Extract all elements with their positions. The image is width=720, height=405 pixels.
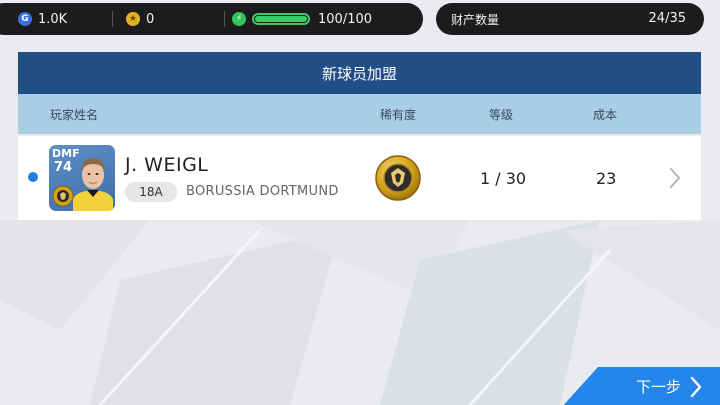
column-header-row: 玩家姓名 稀有度 等级 成本 bbox=[18, 94, 701, 134]
panel-title: 新球员加盟 bbox=[18, 52, 701, 94]
column-header-level: 等级 bbox=[489, 108, 514, 122]
divider bbox=[224, 11, 225, 27]
coin-stat[interactable]: ★ 0 bbox=[126, 3, 154, 35]
player-portrait-icon bbox=[73, 158, 113, 211]
column-header-rarity: 稀有度 bbox=[380, 108, 417, 122]
lightning-icon: ⚡ bbox=[232, 12, 246, 26]
panel-title-text: 新球员加盟 bbox=[321, 64, 397, 83]
column-header-name: 玩家姓名 bbox=[50, 108, 99, 122]
gp-icon: G bbox=[18, 12, 32, 26]
asset-count-label: 财产数量 bbox=[451, 13, 500, 27]
player-card[interactable]: DMF 74 bbox=[49, 145, 115, 211]
asset-count-bar: 财产数量 24/35 bbox=[436, 3, 704, 35]
player-cost: 23 bbox=[596, 169, 617, 188]
gp-stat[interactable]: G 1.0K bbox=[18, 3, 67, 35]
asset-count-value: 24/35 bbox=[648, 11, 686, 26]
coin-value: 0 bbox=[146, 11, 155, 27]
energy-stat[interactable]: ⚡ 100/100 bbox=[232, 3, 372, 35]
player-age-badge: 18A bbox=[125, 182, 177, 202]
next-step-label: 下一步 bbox=[636, 378, 682, 396]
currency-bar: G 1.0K ★ 0 ⚡ 100/100 bbox=[0, 3, 423, 35]
player-level: 1 / 30 bbox=[480, 169, 527, 188]
gold-rarity-badge-icon bbox=[375, 155, 421, 201]
chevron-right-icon[interactable] bbox=[668, 166, 682, 190]
mini-gold-badge-icon bbox=[52, 185, 74, 207]
energy-value: 100/100 bbox=[318, 11, 373, 27]
energy-bar bbox=[252, 13, 310, 25]
new-indicator-dot bbox=[28, 172, 38, 182]
energy-bar-fill bbox=[255, 16, 307, 22]
player-row[interactable]: DMF 74 J. WEIGL 18A BORUSSIA DORTMUND 1 … bbox=[18, 136, 701, 220]
star-coin-icon: ★ bbox=[126, 12, 140, 26]
player-club: BORUSSIA DORTMUND bbox=[186, 184, 339, 199]
chevron-right-icon bbox=[690, 376, 702, 398]
column-header-cost: 成本 bbox=[593, 108, 618, 122]
divider bbox=[112, 11, 113, 27]
player-name: J. WEIGL bbox=[125, 154, 209, 176]
gp-value: 1.0K bbox=[38, 11, 68, 27]
player-rating: 74 bbox=[54, 160, 73, 175]
